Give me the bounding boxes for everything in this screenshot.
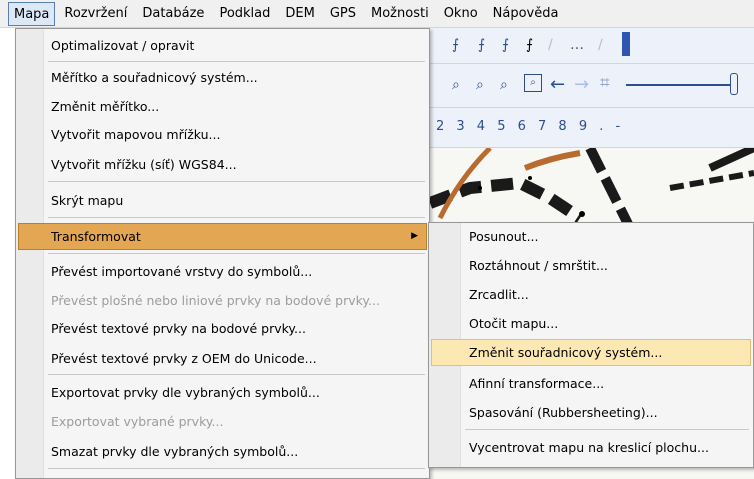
menu-item-convert-text-to-point[interactable]: Převést textové prvky na bodové prvky... xyxy=(18,315,427,342)
menu-napoveda[interactable]: Nápověda xyxy=(487,2,565,26)
submenu-item-rubbersheeting[interactable]: Spasování (Rubbersheeting)... xyxy=(431,399,751,426)
menu-item-transform-label: Transformovat xyxy=(51,229,141,244)
submenu-item-center-map[interactable]: Vycentrovat mapu na kreslicí plochu... xyxy=(431,434,751,461)
dotted-line-tool-icon[interactable]: ⨍ xyxy=(526,37,533,53)
number-keys[interactable]: 2 3 4 5 6 7 8 9 . - xyxy=(436,119,624,134)
zoom-previous-icon[interactable]: ⌕ xyxy=(500,77,508,93)
menu-bar: Mapa Rozvržení Databáze Podklad DEM GPS … xyxy=(0,0,754,28)
curve-tool-icon[interactable]: ⨍ xyxy=(452,37,459,53)
menu-item-create-map-grid[interactable]: Vytvořit mapovou mřížku... xyxy=(18,121,427,148)
submenu-item-stretch-shrink[interactable]: Roztáhnout / smrštit... xyxy=(431,252,751,279)
zoom-out-icon[interactable]: ⌕ xyxy=(476,77,484,93)
zoom-slider-handle[interactable] xyxy=(730,73,738,95)
menu-item-export-selected: Exportovat vybrané prvky... xyxy=(51,414,224,429)
menu-item-delete-by-symbols[interactable]: Smazat prvky dle vybraných symbolů... xyxy=(18,438,427,465)
drawing-toolbar: ⨍ ⨍ ⨍ ⨍ ∕ … ∕ xyxy=(430,28,754,64)
menu-okno[interactable]: Okno xyxy=(438,2,484,26)
menu-item-convert-imported-layers[interactable]: Převést importované vrstvy do symbolů... xyxy=(18,258,427,285)
back-arrow-icon[interactable]: ← xyxy=(550,74,565,95)
menu-podklad[interactable]: Podklad xyxy=(213,2,276,26)
menu-separator xyxy=(48,181,425,182)
menu-separator xyxy=(48,217,425,218)
straight-line-tool-icon[interactable]: ∕ xyxy=(548,37,553,53)
submenu-item-change-coordinate-system[interactable]: Změnit souřadnicový systém... xyxy=(431,339,751,366)
zoom-slider-track[interactable] xyxy=(626,84,730,86)
menu-item-scale-coordinate-system[interactable]: Měřítko a souřadnicový systém... xyxy=(18,64,427,91)
rectangle-line-tool-icon[interactable]: ⨍ xyxy=(502,37,509,53)
submenu-arrow-icon: ▶ xyxy=(411,231,418,241)
submenu-item-move[interactable]: Posunout... xyxy=(431,223,751,250)
menu-item-export-by-symbols[interactable]: Exportovat prvky dle vybraných symbolů..… xyxy=(18,379,427,406)
menu-item-convert-area-line-to-point: Převést plošné nebo liniové prvky na bod… xyxy=(51,293,380,308)
polyline-tool-icon[interactable]: ⨍ xyxy=(478,37,485,53)
submenu-item-affine-transform[interactable]: Afinní transformace... xyxy=(431,370,751,397)
zoom-in-icon[interactable]: ⌕ xyxy=(452,77,460,93)
more-tools-icon[interactable]: … xyxy=(570,37,584,53)
menu-separator xyxy=(48,468,425,469)
menu-gps[interactable]: GPS xyxy=(324,2,362,26)
zoom-window-icon[interactable]: ⌕ xyxy=(524,74,542,92)
submenu-item-rotate-map[interactable]: Otočit mapu... xyxy=(431,310,751,337)
numbers-toolbar: 2 3 4 5 6 7 8 9 . - xyxy=(430,108,754,148)
menu-mapa[interactable]: Mapa xyxy=(8,1,56,26)
menu-item-hide-map[interactable]: Skrýt mapu xyxy=(18,187,427,214)
menu-separator xyxy=(48,61,425,62)
menu-item-create-wgs84-grid[interactable]: Vytvořit mřížku (síť) WGS84... xyxy=(18,151,427,178)
menu-databaze[interactable]: Databáze xyxy=(136,2,210,26)
grid-icon[interactable]: ⌗ xyxy=(600,73,610,93)
menu-separator xyxy=(48,374,425,375)
freehand-tool-icon[interactable]: ∕ xyxy=(598,37,603,53)
transform-submenu: Posunout... Roztáhnout / smrštit... Zrca… xyxy=(428,222,754,468)
submenu-item-mirror[interactable]: Zrcadlit... xyxy=(431,281,751,308)
menu-dem[interactable]: DEM xyxy=(279,2,320,26)
forward-arrow-icon[interactable]: → xyxy=(574,74,589,95)
view-toolbar: ⌕ ⌕ ⌕ ⌕ ← → ⌗ xyxy=(430,64,754,108)
menu-rozvrzeni[interactable]: Rozvržení xyxy=(58,2,133,26)
submenu-separator xyxy=(465,429,749,430)
mapa-menu: Optimalizovat / opravit Měřítko a souřad… xyxy=(15,28,430,479)
menu-item-transform[interactable]: Transformovat ▶ xyxy=(18,223,427,250)
toolbar-dropdown-icon[interactable] xyxy=(622,32,630,56)
menu-item-change-scale[interactable]: Změnit měřítko... xyxy=(18,93,427,120)
menu-separator xyxy=(48,253,425,254)
menu-item-convert-oem-to-unicode[interactable]: Převést textové prvky z OEM do Unicode..… xyxy=(18,345,427,372)
menu-item-optimize[interactable]: Optimalizovat / opravit xyxy=(18,32,427,59)
menu-moznosti[interactable]: Možnosti xyxy=(365,2,435,26)
